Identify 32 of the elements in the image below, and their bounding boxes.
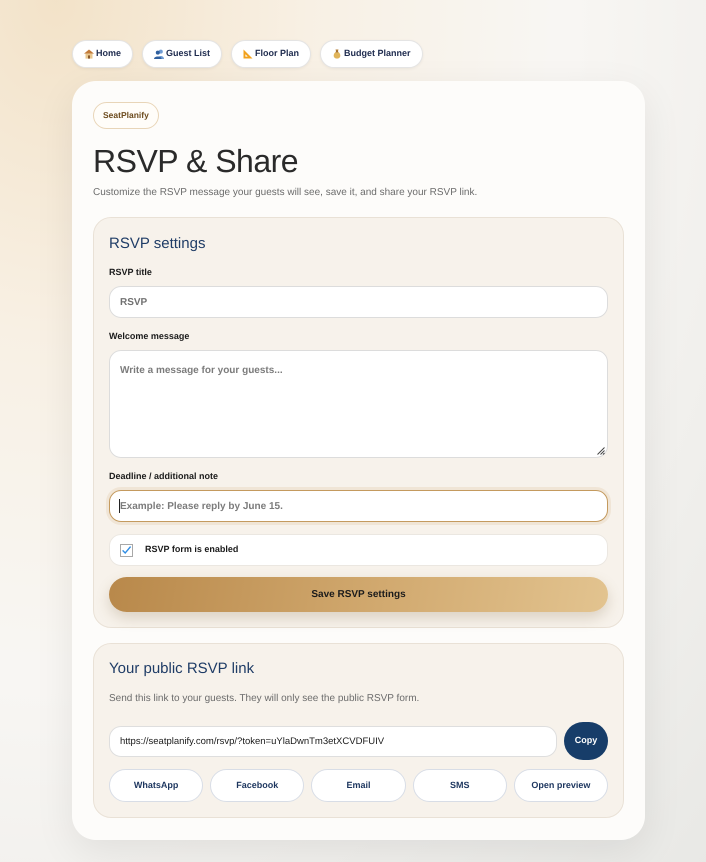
- share-button[interactable]: SMS: [412, 769, 507, 802]
- page-title: RSVP & Share: [93, 142, 300, 181]
- field-label: RSVP title: [109, 266, 153, 278]
- nav-link[interactable]: Guest List: [142, 40, 222, 68]
- section-heading: RSVP settings: [109, 234, 206, 254]
- share-button[interactable]: Open preview: [514, 769, 608, 802]
- copy-button[interactable]: Copy: [564, 722, 608, 760]
- field-label: Deadline / additional note: [109, 470, 220, 482]
- nav-link[interactable]: Home: [72, 40, 134, 68]
- share-button[interactable]: Email: [311, 769, 406, 802]
- page-subtitle: Customize the RSVP message your guests will see, save it, and share your RSVP link.: [93, 186, 478, 200]
- resize-grip-icon[interactable]: [597, 447, 605, 455]
- text-cursor-icon: [119, 499, 120, 513]
- people-icon: [154, 49, 164, 59]
- share-button[interactable]: Facebook: [210, 769, 304, 802]
- share-button[interactable]: WhatsApp: [109, 769, 204, 802]
- message-field[interactable]: Write a message for your guests...: [109, 350, 608, 458]
- save-button[interactable]: Save RSVP settings: [109, 577, 608, 612]
- section-heading: Your public RSVP link: [109, 659, 256, 679]
- money-bag-icon: [332, 49, 342, 59]
- text-field[interactable]: Example: Please reply by June 15.: [109, 490, 608, 522]
- triangle-ruler-icon: [243, 49, 254, 59]
- nav-link[interactable]: Budget Planner: [320, 40, 423, 68]
- text-field[interactable]: RSVP: [109, 286, 608, 318]
- checkbox-label: RSVP form is enabled: [145, 543, 238, 556]
- checkbox[interactable]: [120, 544, 133, 556]
- section-description: Send this link to your guests. They will only see the public RSVP form.: [109, 692, 420, 706]
- nav-link[interactable]: Floor Plan: [231, 40, 312, 68]
- field-label: Welcome message: [109, 330, 190, 342]
- link-field[interactable]: https://seatplanify.com/rsvp/?token=uYlaDwnTm3etXCVDFUIV: [109, 726, 557, 756]
- house-icon: [84, 49, 94, 59]
- brand-badge: SeatPlanify: [93, 102, 159, 129]
